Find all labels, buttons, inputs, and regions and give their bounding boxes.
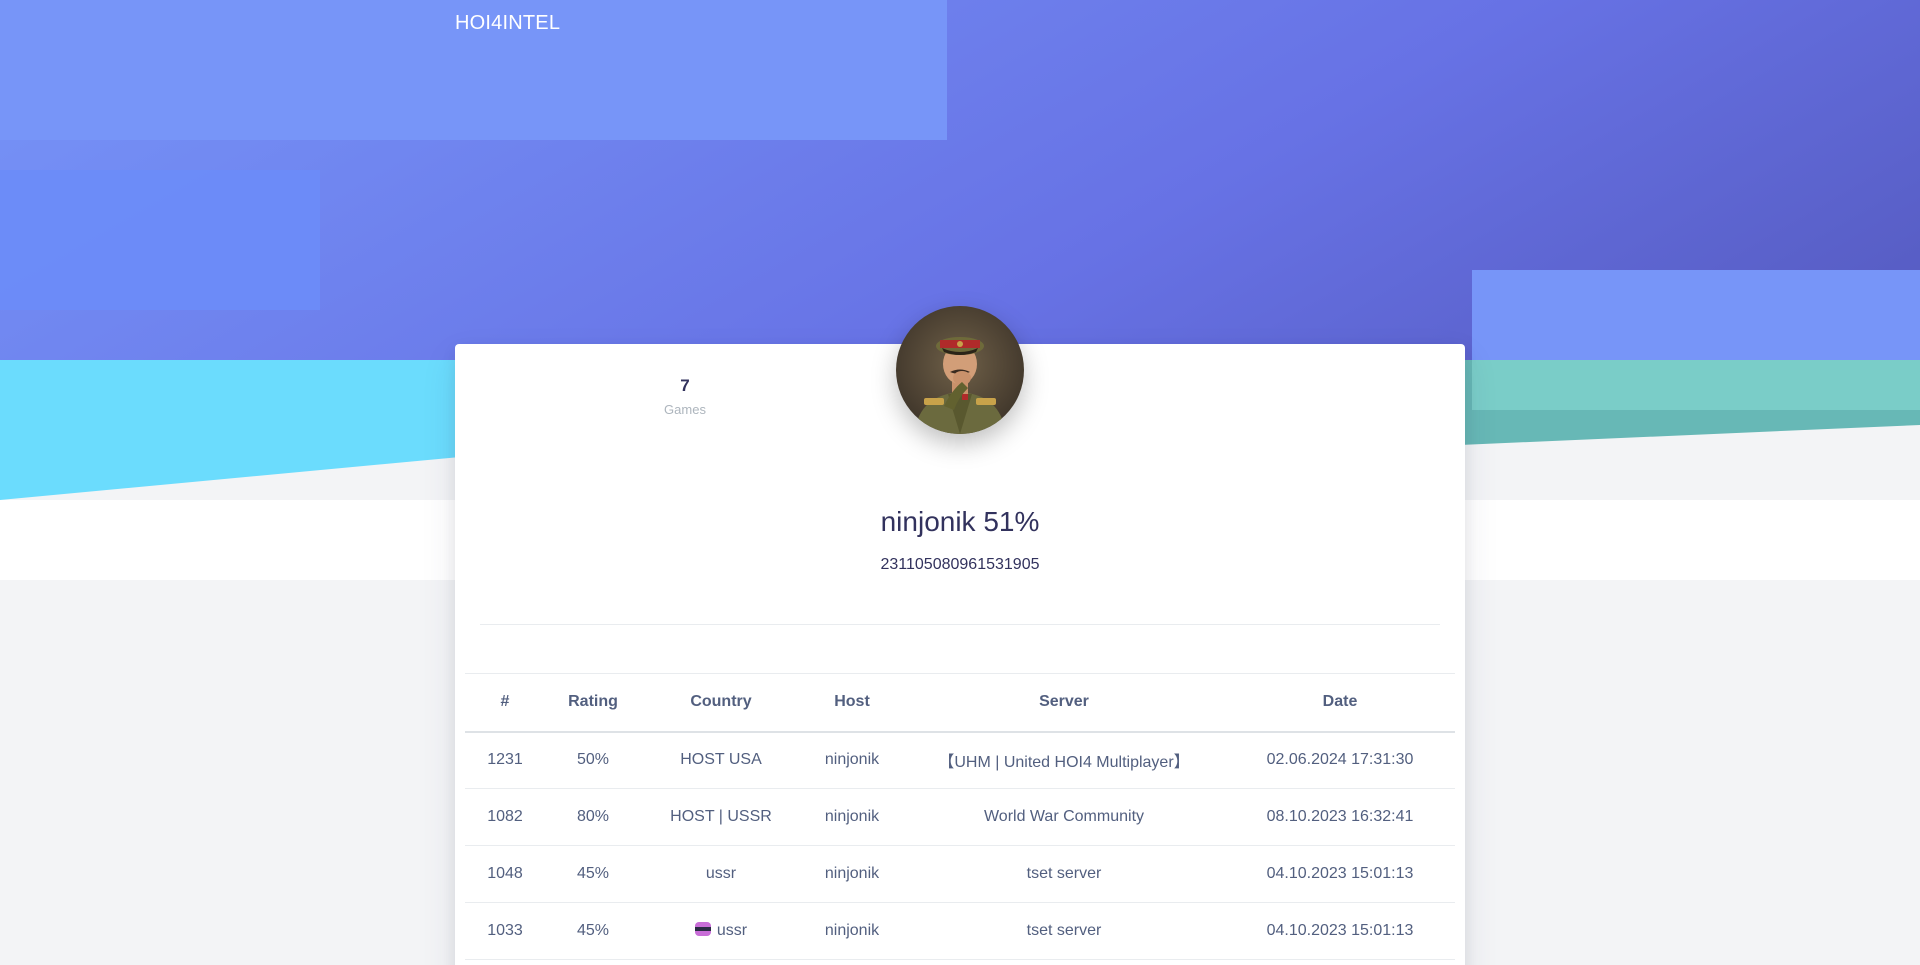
cell-country: HOST USA: [641, 731, 801, 789]
column-header-server: Server: [903, 673, 1225, 733]
country-flag-icon: [694, 922, 711, 936]
cell-host: ninjonik: [801, 731, 903, 789]
cell-date: 04.10.2023 15:01:13: [1225, 902, 1455, 960]
page: HOI4INTEL 7 Games ninjonik 51% 231105080…: [0, 0, 1920, 965]
cell-country: ussr: [641, 902, 801, 960]
avatar[interactable]: [896, 306, 1024, 434]
cell-date: 04.10.2023 15:01:13: [1225, 845, 1455, 903]
table-row[interactable]: 1033 45% ussr ninjonik tset server 04.10…: [465, 902, 1455, 960]
cell-host: ninjonik: [801, 788, 903, 846]
cell-country: ussr: [641, 845, 801, 903]
cell-rating: 80%: [545, 788, 641, 846]
table-row[interactable]: 1082 80% HOST | USSR ninjonik World War …: [465, 788, 1455, 846]
hero-shape: [1472, 360, 1920, 410]
column-header-country: Country: [641, 673, 801, 733]
games-count: 7: [680, 376, 690, 395]
column-header-date: Date: [1225, 673, 1455, 733]
cell-country: HOST | USSR: [641, 788, 801, 846]
table-row[interactable]: 1231 50% HOST USA ninjonik 【UHM | United…: [465, 731, 1455, 789]
games-label: Games: [664, 402, 706, 417]
cell-rating: 50%: [545, 731, 641, 789]
cell-rating: 45%: [545, 902, 641, 960]
cell-number: 1231: [465, 731, 545, 789]
cell-host: ninjonik: [801, 902, 903, 960]
cell-number: 1033: [465, 902, 545, 960]
cell-host: ninjonik: [801, 845, 903, 903]
column-header-rating: Rating: [545, 673, 641, 733]
cell-rating: 45%: [545, 845, 641, 903]
column-header-host: Host: [801, 673, 903, 733]
profile-name: ninjonik 51%: [880, 506, 1040, 537]
hero-shape: [0, 360, 460, 500]
cell-server: tset server: [903, 845, 1225, 903]
cell-number: 1048: [465, 845, 545, 903]
cell-server: 【UHM | United HOI4 Multiplayer】: [903, 731, 1225, 789]
country-name: ussr: [716, 922, 748, 939]
hero-shape: [0, 170, 320, 310]
hero-shape: [1472, 270, 1920, 360]
cell-date: 08.10.2023 16:32:41: [1225, 788, 1455, 846]
divider: [480, 624, 1440, 625]
column-header-number: #: [465, 673, 545, 733]
table-row[interactable]: 1048 45% ussr ninjonik tset server 04.10…: [465, 845, 1455, 903]
cell-date: 02.06.2024 17:31:30: [1225, 731, 1455, 789]
profile-id: 231105080961531905: [880, 556, 1040, 573]
cell-number: 1082: [465, 788, 545, 846]
table-header-row: # Rating Country Host Server Date: [465, 673, 1455, 733]
profile-card: 7 Games ninjonik 51% 231105080961531905 …: [455, 306, 1465, 965]
games-table: # Rating Country Host Server Date 1231 5…: [465, 673, 1455, 960]
games-stat: 7 Games: [635, 376, 735, 417]
cell-server: tset server: [903, 902, 1225, 960]
avatar-image: [914, 337, 1006, 434]
brand-link[interactable]: HOI4INTEL: [455, 12, 560, 35]
cell-server: World War Community: [903, 788, 1225, 846]
